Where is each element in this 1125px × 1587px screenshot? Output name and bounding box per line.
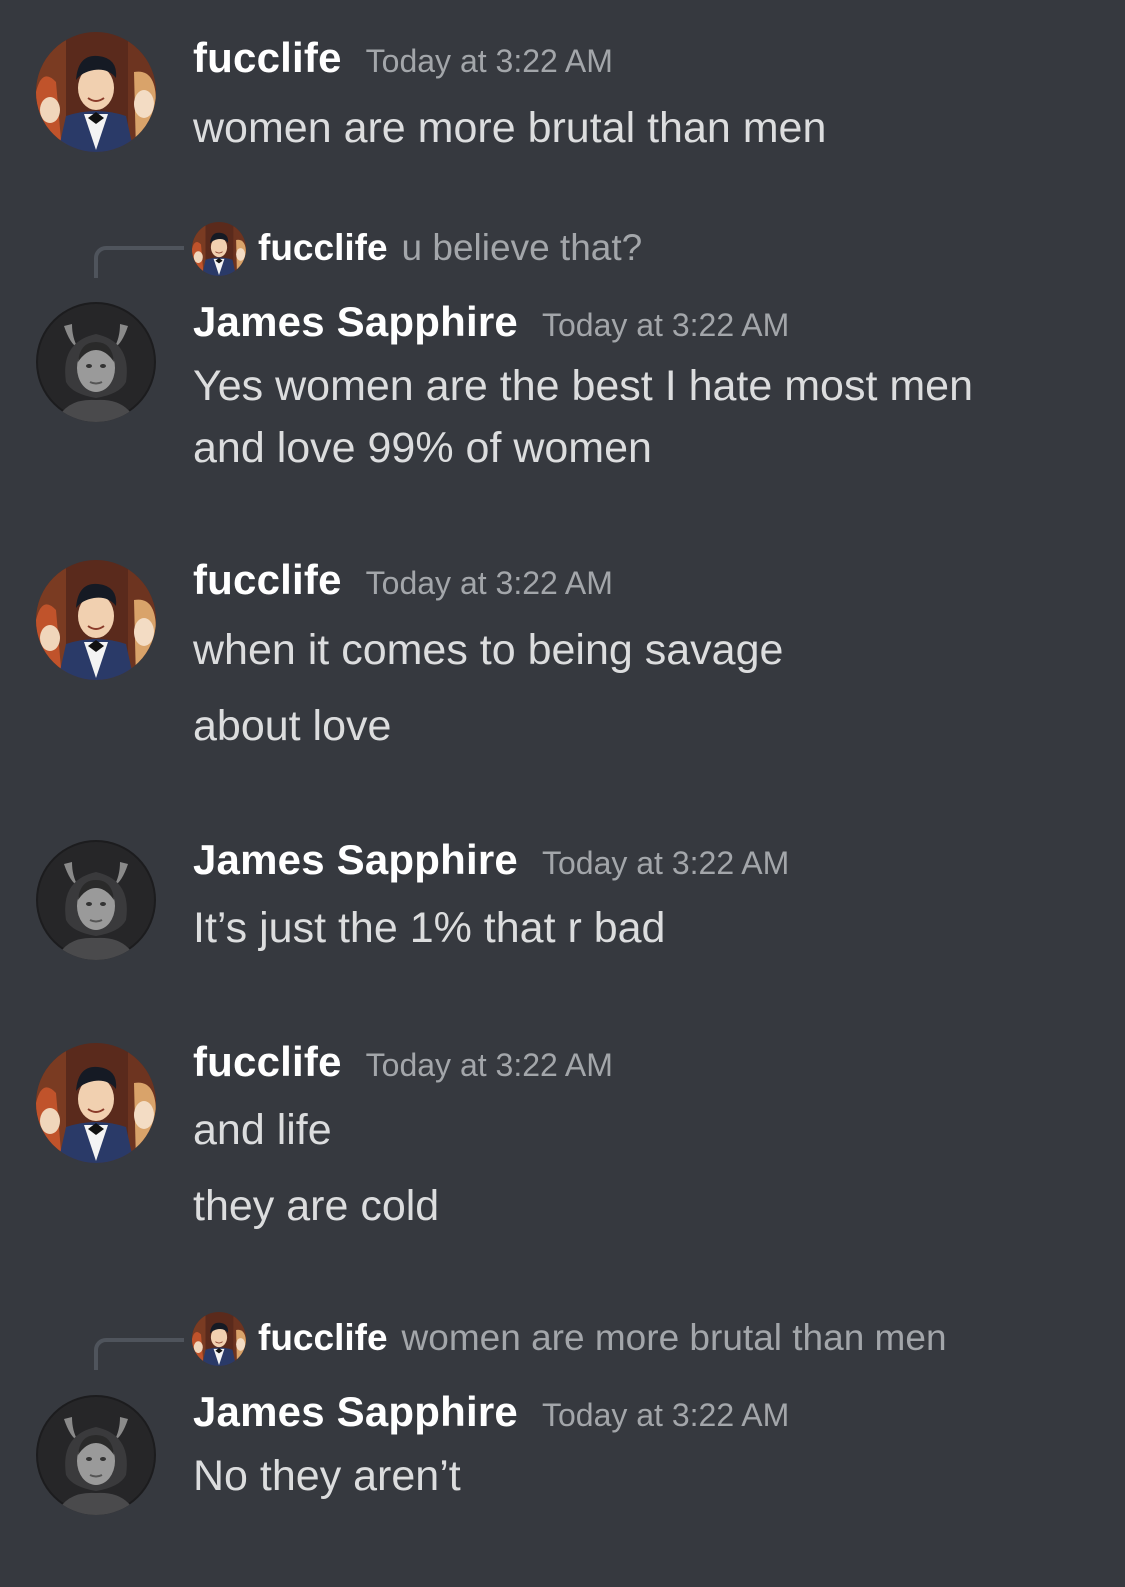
message-header: fucclife Today at 3:22 AM	[193, 556, 613, 604]
message-text: when it comes to being savage	[193, 626, 784, 674]
reply-text: u believe that?	[401, 227, 643, 268]
tuxedo-portrait-image	[192, 1312, 246, 1366]
username[interactable]: James Sapphire	[193, 298, 518, 345]
message-header: James Sapphire Today at 3:22 AM	[193, 1388, 789, 1436]
username[interactable]: fucclife	[193, 556, 342, 603]
message-text: It’s just the 1% that r bad	[193, 904, 666, 952]
dark-horned-portrait-image	[36, 840, 156, 960]
reply-spine	[94, 1338, 184, 1370]
reply-text: women are more brutal than men	[401, 1317, 947, 1358]
avatar-fucclife[interactable]	[36, 1043, 156, 1163]
avatar-james-sapphire[interactable]	[36, 840, 156, 960]
tuxedo-portrait-image	[36, 560, 156, 680]
reply-preview[interactable]: fucclife women are more brutal than men	[258, 1317, 947, 1359]
timestamp: Today at 3:22 AM	[365, 565, 613, 601]
dark-horned-portrait-image	[36, 1395, 156, 1515]
message-text: they are cold	[193, 1182, 440, 1230]
username[interactable]: James Sapphire	[193, 836, 518, 883]
username[interactable]: fucclife	[193, 1038, 342, 1085]
timestamp: Today at 3:22 AM	[541, 1397, 790, 1433]
avatar-james-sapphire[interactable]	[36, 302, 156, 422]
message-header: fucclife Today at 3:22 AM	[193, 34, 613, 82]
message-text: and love 99% of women	[193, 424, 652, 472]
message-header: James Sapphire Today at 3:22 AM	[193, 836, 789, 884]
dark-horned-portrait-image	[36, 302, 156, 422]
message-text: and life	[193, 1106, 332, 1154]
message-text: No they aren’t	[193, 1452, 461, 1500]
chat-view: fucclife Today at 3:22 AM women are more …	[0, 0, 1125, 1587]
tuxedo-portrait-image	[36, 32, 156, 152]
username[interactable]: James Sapphire	[193, 1388, 518, 1435]
message-header: fucclife Today at 3:22 AM	[193, 1038, 613, 1086]
message-text: about love	[193, 702, 392, 750]
message-text: Yes women are the best I hate most men	[193, 362, 974, 410]
message-text: women are more brutal than men	[193, 104, 827, 152]
tuxedo-portrait-image	[36, 1043, 156, 1163]
timestamp: Today at 3:22 AM	[541, 307, 790, 343]
timestamp: Today at 3:22 AM	[541, 845, 790, 881]
reply-spine	[94, 246, 184, 278]
tuxedo-portrait-image	[192, 222, 246, 276]
reply-username[interactable]: fucclife	[258, 1317, 388, 1358]
timestamp: Today at 3:22 AM	[365, 1047, 613, 1083]
reply-username[interactable]: fucclife	[258, 227, 388, 268]
username[interactable]: fucclife	[193, 34, 342, 81]
avatar-fucclife[interactable]	[36, 32, 156, 152]
message-header: James Sapphire Today at 3:22 AM	[193, 298, 789, 346]
timestamp: Today at 3:22 AM	[365, 43, 613, 79]
avatar-fucclife[interactable]	[36, 560, 156, 680]
avatar-james-sapphire[interactable]	[36, 1395, 156, 1515]
reply-avatar-fucclife[interactable]	[192, 222, 246, 276]
reply-avatar-fucclife[interactable]	[192, 1312, 246, 1366]
reply-preview[interactable]: fucclife u believe that?	[258, 227, 642, 269]
